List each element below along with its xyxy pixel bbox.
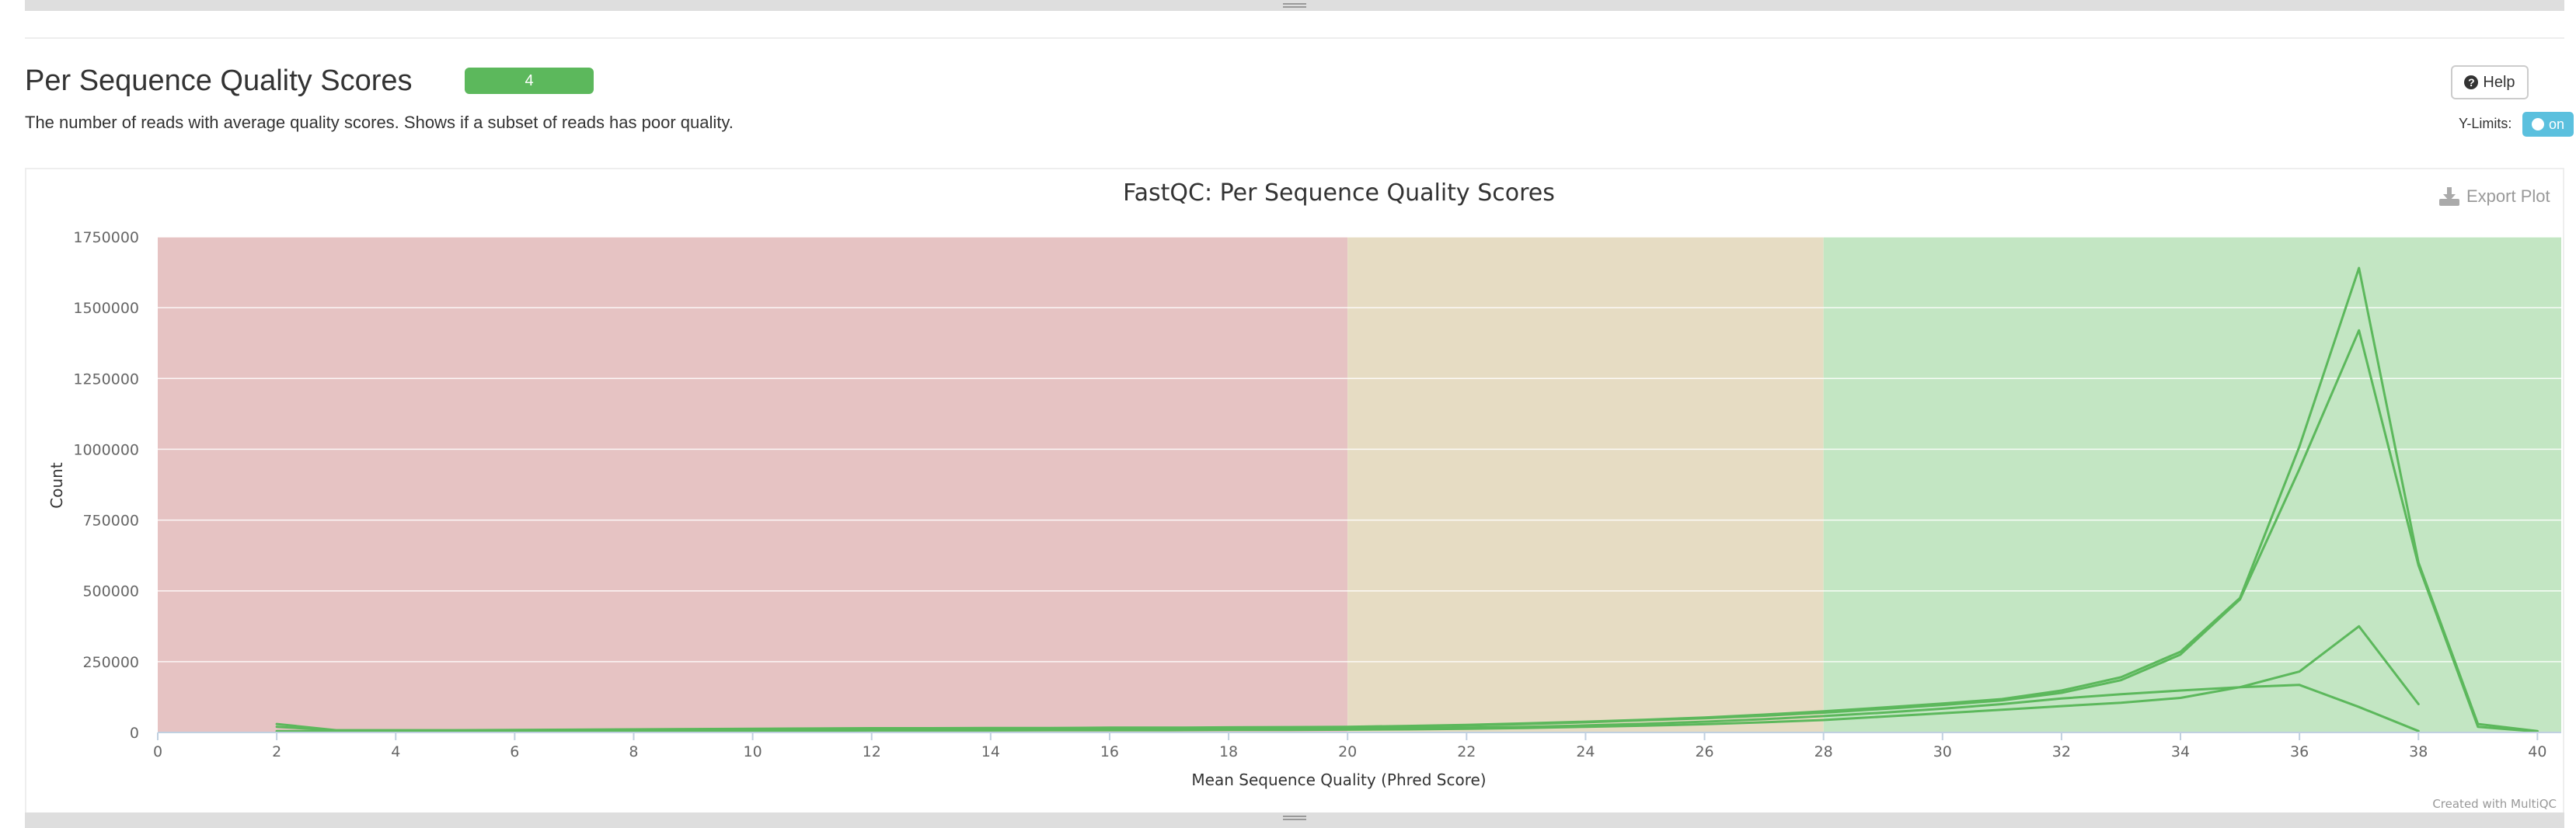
y-tick-label: 500000 bbox=[82, 583, 139, 600]
bottom-resize-handle[interactable] bbox=[25, 812, 2564, 828]
x-tick-label: 38 bbox=[2409, 743, 2428, 760]
quality-scores-chart: 0 2 4 6 8 10 12 14 16 18 20 22 24 26 28 30 32 34 36 38 40025… bbox=[47, 179, 2561, 811]
y-tick-label: 1000000 bbox=[73, 441, 139, 458]
x-tick-label: 34 bbox=[2171, 743, 2190, 760]
quality-band-fail bbox=[158, 237, 1348, 732]
x-tick-label: 8 bbox=[629, 743, 638, 760]
x-tick-label: 12 bbox=[863, 743, 881, 760]
x-tick-label: 40 bbox=[2528, 743, 2546, 760]
y-tick-label: 0 bbox=[130, 725, 139, 742]
x-tick-label: 14 bbox=[981, 743, 1000, 760]
x-tick-label: 26 bbox=[1695, 743, 1713, 760]
x-tick-label: 30 bbox=[1933, 743, 1952, 760]
x-tick-label: 36 bbox=[2290, 743, 2309, 760]
chart-title: FastQC: Per Sequence Quality Scores bbox=[1123, 179, 1555, 207]
x-tick-label: 20 bbox=[1338, 743, 1357, 760]
y-tick-label: 1750000 bbox=[73, 229, 139, 246]
x-tick-label: 10 bbox=[744, 743, 762, 760]
drag-grip-icon bbox=[1283, 816, 1306, 820]
y-tick-label: 250000 bbox=[82, 654, 139, 671]
x-tick-label: 32 bbox=[2052, 743, 2071, 760]
y-tick-label: 1250000 bbox=[73, 371, 139, 388]
x-tick-label: 22 bbox=[1457, 743, 1476, 760]
x-tick-label: 4 bbox=[391, 743, 400, 760]
y-tick-label: 750000 bbox=[82, 513, 139, 530]
credit-text: Created with MultiQC bbox=[2432, 797, 2557, 811]
x-tick-label: 2 bbox=[272, 743, 281, 760]
x-tick-label: 16 bbox=[1100, 743, 1119, 760]
x-axis-label: Mean Sequence Quality (Phred Score) bbox=[1191, 771, 1486, 789]
x-tick-label: 6 bbox=[510, 743, 519, 760]
x-tick-label: 24 bbox=[1576, 743, 1595, 760]
x-tick-label: 0 bbox=[153, 743, 162, 760]
x-tick-label: 28 bbox=[1814, 743, 1833, 760]
y-tick-label: 1500000 bbox=[73, 300, 139, 317]
y-axis-label: Count bbox=[47, 462, 66, 509]
quality-band-warn bbox=[1347, 237, 1824, 732]
quality-band-pass bbox=[1823, 237, 2561, 732]
x-tick-label: 18 bbox=[1219, 743, 1238, 760]
